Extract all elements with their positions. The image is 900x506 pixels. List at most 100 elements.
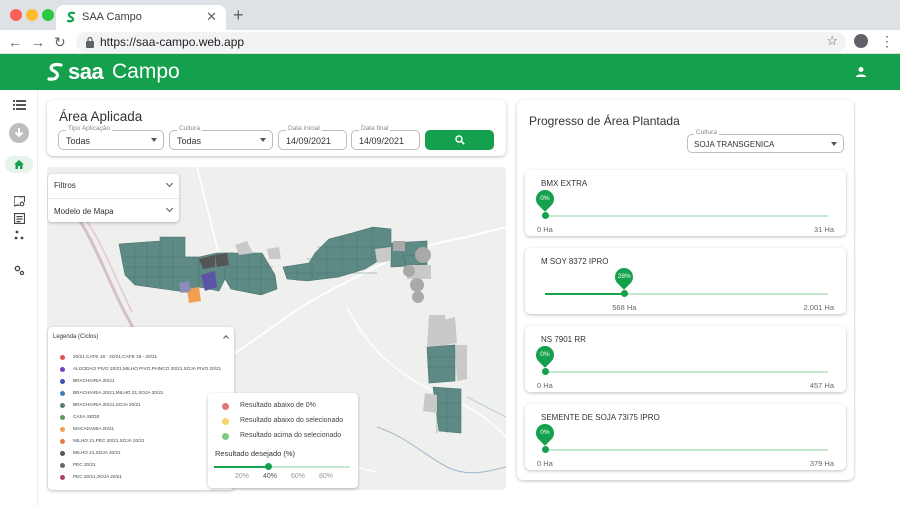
logo-text-light: Campo xyxy=(112,60,180,83)
sidebar-item-scatter[interactable] xyxy=(6,226,32,244)
sidebar xyxy=(0,90,38,506)
cultura-label: Cultura xyxy=(177,125,202,132)
variety-progress-thumb xyxy=(542,446,549,453)
tab-close-icon[interactable]: ✕ xyxy=(206,9,217,25)
logo-s-icon xyxy=(47,62,63,81)
result-color-dot xyxy=(222,418,229,425)
legend-item-label: BRACHIARIA 20/21,SOJA 20/21 xyxy=(73,402,141,407)
report-icon xyxy=(13,212,25,224)
result-item-label: Resultado acima do selecionado xyxy=(240,432,342,439)
result-slider-thumb[interactable] xyxy=(265,463,273,470)
scatter-icon xyxy=(14,230,24,240)
sidebar-item-map-search[interactable] xyxy=(6,192,32,210)
data-inicial-label: Data inicial xyxy=(286,125,322,132)
legend-color-dot xyxy=(60,463,65,468)
tab-bar: SAA Campo ✕ + xyxy=(0,0,900,30)
data-final-value: 14/09/2021 xyxy=(359,136,405,146)
legend-item-label: ALGODAO PIVO 20/21,MILHO PIVO,PAINCO 20/… xyxy=(73,366,222,371)
variety-card: NS 7901 RR 0% 0 Ha 457 Ha xyxy=(525,326,846,392)
legend-color-dot xyxy=(60,451,65,456)
back-icon[interactable]: ← xyxy=(8,34,22,50)
variety-name: BMX EXTRA xyxy=(541,179,588,188)
tipo-aplicacao-value: Todas xyxy=(66,136,91,146)
menu-icon xyxy=(12,100,26,110)
new-tab-button[interactable]: + xyxy=(233,5,244,26)
variety-total-area: 2.001 Ha xyxy=(803,303,834,312)
result-slider-fill xyxy=(214,466,269,468)
chevron-down-icon xyxy=(831,142,837,146)
reload-icon[interactable]: ↻ xyxy=(54,34,66,51)
cultura-value: Todas xyxy=(177,136,202,146)
legend-title: Legenda (Ciclos) xyxy=(53,334,99,340)
data-final-field[interactable]: Data final 14/09/2021 xyxy=(351,125,420,150)
result-tick-label: 60% xyxy=(291,473,306,480)
tab-title: SAA Campo xyxy=(82,11,142,23)
forward-icon[interactable]: → xyxy=(31,34,45,50)
sidebar-item-home[interactable] xyxy=(5,156,33,173)
home-icon xyxy=(14,160,24,169)
maximize-window-button[interactable] xyxy=(42,9,54,21)
result-panel: Resultado abaixo de 0% Resultado abaixo d… xyxy=(208,393,358,488)
cultura-select[interactable]: Cultura Todas xyxy=(169,125,273,150)
legend-color-dot xyxy=(60,475,65,480)
bookmark-star-icon[interactable]: ☆ xyxy=(826,33,838,49)
profile-avatar-icon[interactable] xyxy=(854,34,868,48)
progress-cultura-select[interactable]: Cultura SOJA TRANSGENICA xyxy=(687,129,844,153)
user-icon[interactable] xyxy=(855,66,867,78)
divider xyxy=(48,198,179,199)
sidebar-item-download[interactable] xyxy=(6,122,32,144)
variety-name: M SOY 8372 IPRO xyxy=(541,257,609,266)
legend-item-label: CASA SEDE xyxy=(73,414,100,419)
result-tick-label: 40% xyxy=(263,473,278,480)
progress-cultura-value: SOJA TRANSGENICA xyxy=(694,140,775,149)
chevron-down-icon[interactable] xyxy=(165,204,174,213)
logo-text-bold: saa xyxy=(68,59,104,84)
result-slider[interactable] xyxy=(214,463,350,470)
chevron-down-icon xyxy=(151,138,157,142)
result-title: Resultado desejado (%) xyxy=(215,449,296,458)
browser-tab[interactable]: SAA Campo ✕ xyxy=(56,5,226,30)
progress-cultura-label: Cultura xyxy=(694,129,719,136)
data-inicial-field[interactable]: Data inicial 14/09/2021 xyxy=(278,125,347,150)
applied-area-filter-card: Área Aplicada Tipo Aplicação Todas Cultu… xyxy=(47,100,506,156)
progress-title: Progresso de Área Plantada xyxy=(529,114,680,128)
variety-planted-area: 0 Ha xyxy=(537,459,553,468)
variety-percent: 0% xyxy=(540,429,550,436)
data-inicial-value: 14/09/2021 xyxy=(286,136,332,146)
app-header: saa Campo xyxy=(0,54,900,90)
tipo-aplicacao-select[interactable]: Tipo Aplicação Todas xyxy=(58,125,164,150)
legend-color-dot xyxy=(60,355,65,360)
close-window-button[interactable] xyxy=(10,9,22,21)
chevron-down-icon[interactable] xyxy=(165,179,174,188)
address-input[interactable]: https://saa-campo.web.app ☆ xyxy=(76,32,846,52)
browser-window: SAA Campo ✕ + ← → ↻ https://saa-campo.we… xyxy=(0,0,900,506)
legend-item-label: PEC 20/21,SOJA 20/21 xyxy=(73,474,122,479)
sidebar-item-menu[interactable] xyxy=(6,96,32,114)
variety-progress-fill xyxy=(545,293,625,295)
variety-card: SEMENTE DE SOJA 73I75 IPRO 0% 0 Ha 379 Ha xyxy=(525,404,846,470)
sidebar-item-settings[interactable] xyxy=(6,261,32,279)
legend-color-dot xyxy=(60,367,65,372)
variety-progress-track: 0% xyxy=(532,420,828,453)
result-item-label: Resultado abaixo de 0% xyxy=(240,402,316,409)
legend-color-dot xyxy=(60,415,65,420)
minimize-window-button[interactable] xyxy=(26,9,38,21)
lock-icon xyxy=(86,36,94,48)
sidebar-item-report[interactable] xyxy=(6,209,32,227)
result-tick-label: 20% xyxy=(235,473,250,480)
legend-item-label: MILHO 21,SOJA 20/21 xyxy=(73,450,121,455)
result-color-dot xyxy=(222,433,229,440)
search-button[interactable] xyxy=(425,130,494,150)
chevron-up-icon[interactable] xyxy=(223,335,229,341)
modelo-mapa-label[interactable]: Modelo de Mapa xyxy=(54,207,114,216)
variety-total-area: 31 Ha xyxy=(813,225,834,234)
browser-menu-icon[interactable]: ⋮ xyxy=(880,33,894,50)
filtros-label[interactable]: Filtros xyxy=(54,181,76,190)
result-tick-label: 80% xyxy=(319,473,334,480)
variety-name: NS 7901 RR xyxy=(541,335,586,344)
variety-percent: 0% xyxy=(540,195,550,202)
variety-progress-thumb xyxy=(542,368,549,375)
variety-planted-area: 0 Ha xyxy=(537,225,553,234)
variety-percent: 0% xyxy=(540,351,550,358)
variety-planted-area: 568 Ha xyxy=(612,303,637,312)
